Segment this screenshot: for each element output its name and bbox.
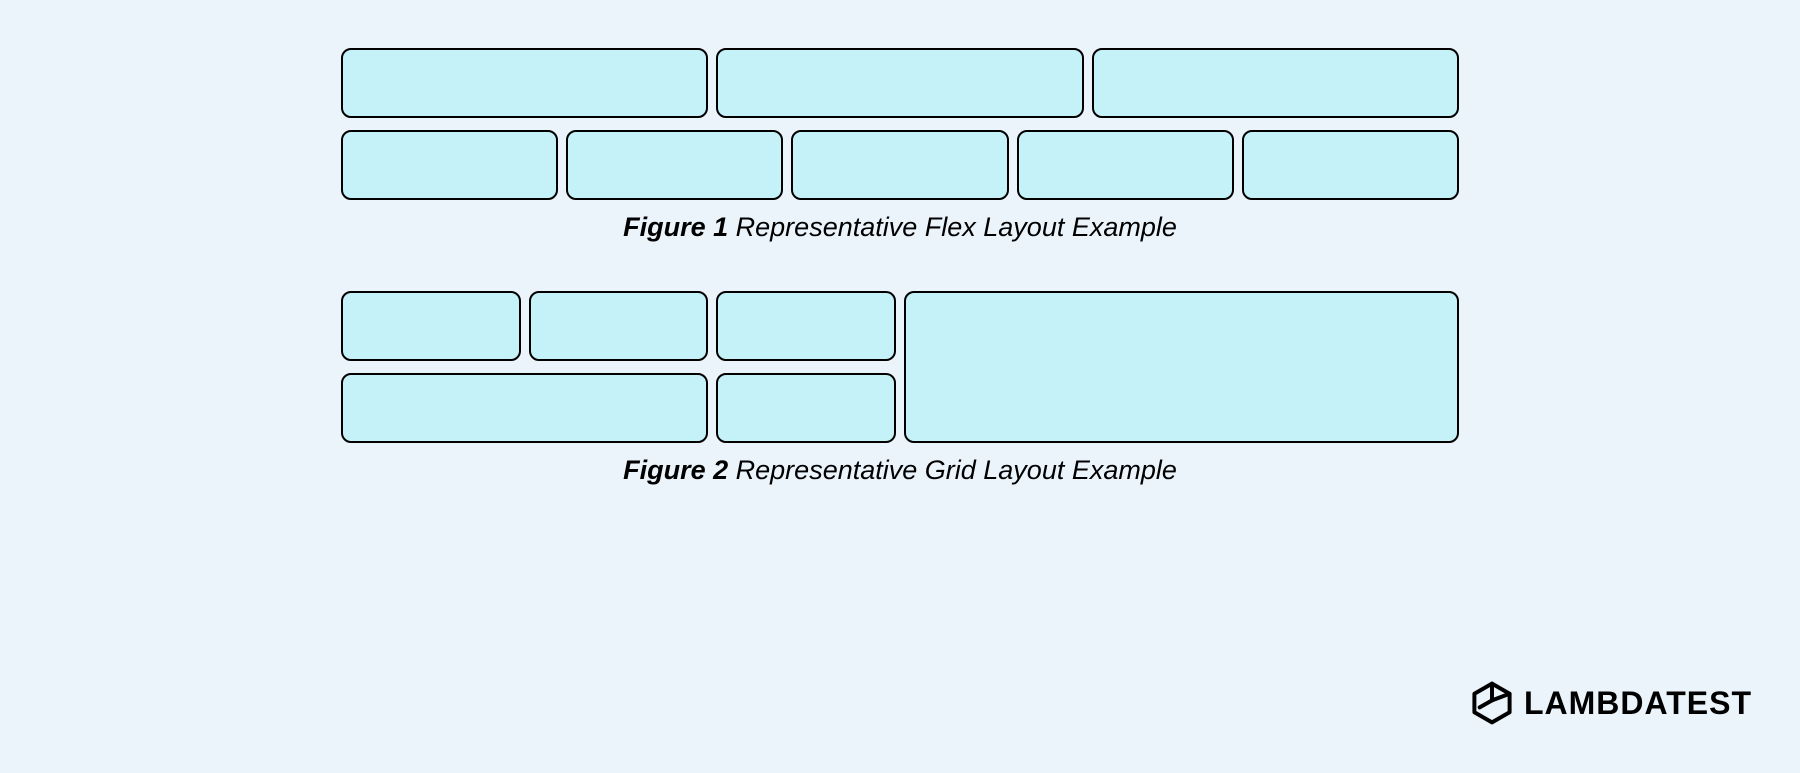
grid-box-large: [904, 291, 1459, 443]
grid-box: [716, 373, 896, 443]
figure-2-text: Representative Grid Layout Example: [736, 455, 1177, 485]
figure-1-text: Representative Flex Layout Example: [736, 212, 1177, 242]
flex-box: [1017, 130, 1234, 200]
brand-badge: LAMBDATEST: [1470, 681, 1752, 725]
flex-box: [341, 48, 708, 118]
figure-1: [341, 48, 1459, 200]
grid-box: [341, 291, 521, 361]
figure-2-label: Figure 2: [623, 455, 728, 485]
flex-box: [1092, 48, 1459, 118]
flex-box: [341, 130, 558, 200]
flex-box: [566, 130, 783, 200]
flex-box: [716, 48, 1083, 118]
grid-box: [529, 291, 709, 361]
brand-name: LAMBDATEST: [1524, 685, 1752, 722]
figure-1-caption: Figure 1 Representative Flex Layout Exam…: [341, 212, 1459, 243]
figure-2-caption: Figure 2 Representative Grid Layout Exam…: [341, 455, 1459, 486]
figure-1-label: Figure 1: [623, 212, 728, 242]
flex-row-1: [341, 48, 1459, 118]
diagram-content: Figure 1 Representative Flex Layout Exam…: [341, 48, 1459, 486]
grid-box-wide: [341, 373, 708, 443]
flex-box: [791, 130, 1008, 200]
grid-box: [716, 291, 896, 361]
flex-row-2: [341, 130, 1459, 200]
lambdatest-logo-icon: [1470, 681, 1514, 725]
flex-box: [1242, 130, 1459, 200]
figure-2: [341, 291, 1459, 443]
